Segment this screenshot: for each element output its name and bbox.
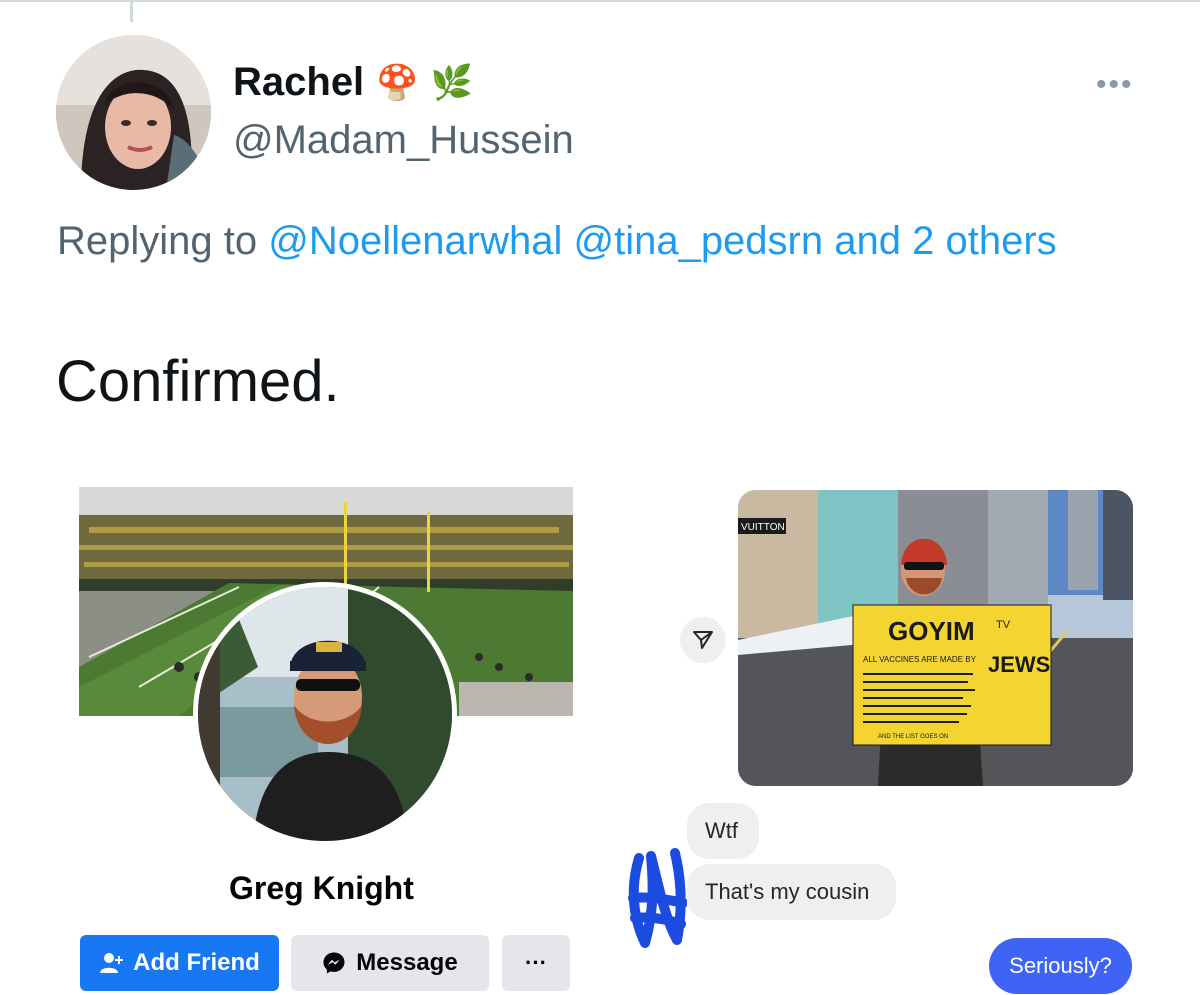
message-text: That's my cousin bbox=[705, 879, 870, 904]
sign-headline-suffix: TV bbox=[996, 619, 1011, 631]
sign-headline: GOYIM bbox=[888, 616, 975, 646]
sign-footer: AND THE LIST GOES ON bbox=[878, 734, 948, 740]
avatar-photo bbox=[56, 35, 211, 190]
mention-link[interactable]: @tina_pedsrn bbox=[573, 219, 823, 263]
herb-emoji-icon: 🌿 bbox=[430, 63, 473, 102]
shared-photo[interactable]: VUITTON GOYIM TV ALL VACCINES ARE MADE B… bbox=[738, 490, 1133, 786]
share-button[interactable] bbox=[680, 617, 726, 663]
message-label: Message bbox=[356, 949, 458, 976]
user-avatar[interactable] bbox=[56, 35, 211, 190]
profile-name: Greg Knight bbox=[229, 870, 414, 906]
sign-word: JEWS bbox=[988, 652, 1050, 677]
message-text: Wtf bbox=[705, 818, 738, 843]
messenger-icon bbox=[323, 952, 345, 974]
profile-photo[interactable] bbox=[193, 582, 457, 846]
add-person-icon bbox=[100, 953, 124, 973]
sent-message-bubble: Seriously? bbox=[989, 938, 1132, 994]
mushroom-emoji-icon: 🍄 bbox=[376, 63, 419, 102]
store-sign: VUITTON bbox=[741, 522, 785, 533]
top-divider bbox=[0, 0, 1200, 2]
ellipsis-icon[interactable]: ••• bbox=[1096, 68, 1134, 102]
add-friend-button[interactable]: Add Friend bbox=[80, 935, 279, 991]
display-name[interactable]: Rachel bbox=[233, 60, 364, 105]
others-link[interactable]: and 2 others bbox=[834, 219, 1056, 263]
message-button[interactable]: Message bbox=[291, 935, 489, 991]
replying-to-label: Replying to bbox=[57, 219, 258, 263]
thread-connector bbox=[130, 0, 133, 22]
message-bubble: Wtf bbox=[687, 803, 759, 859]
more-options-button[interactable]: ··· bbox=[502, 935, 570, 991]
message-bubble: That's my cousin bbox=[687, 864, 896, 920]
redaction-scribble bbox=[628, 848, 687, 948]
user-handle[interactable]: @Madam_Hussein bbox=[233, 118, 574, 163]
replying-to: Replying to @Noellenarwhal @tina_pedsrn … bbox=[57, 210, 1057, 272]
sign-line: ALL VACCINES ARE MADE BY bbox=[863, 655, 977, 664]
add-friend-label: Add Friend bbox=[133, 949, 260, 976]
message-text: Seriously? bbox=[1009, 953, 1112, 978]
mention-link[interactable]: @Noellenarwhal bbox=[268, 219, 562, 263]
ellipsis-icon: ··· bbox=[525, 950, 547, 975]
paper-plane-icon bbox=[693, 631, 713, 649]
tweet-text: Confirmed. bbox=[56, 349, 340, 414]
